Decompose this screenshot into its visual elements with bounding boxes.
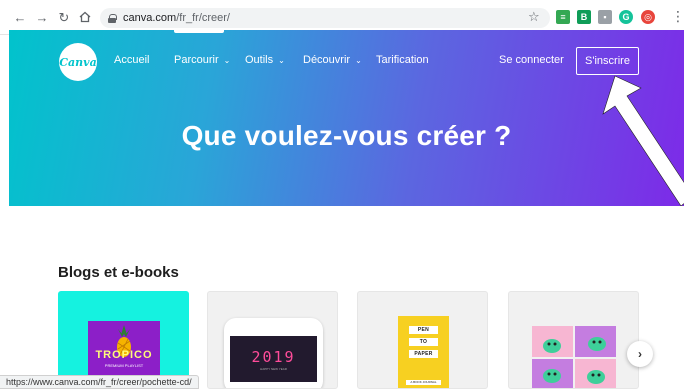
- monster-mini-card: [532, 359, 573, 388]
- back-icon[interactable]: ←: [12, 9, 28, 25]
- hero-headline: Que voulez-vous créer ?: [181, 120, 512, 151]
- chevron-down-icon: ⌄: [355, 55, 362, 65]
- card-subtitle: HAPPY NEW YEAR: [260, 367, 287, 371]
- nav-decouvrir[interactable]: Découvrir ⌄: [303, 54, 362, 66]
- home-icon[interactable]: [77, 9, 93, 25]
- bookmark-star-icon[interactable]: ☆: [528, 10, 540, 23]
- lock-icon: [108, 13, 117, 23]
- nav-label: Découvrir: [303, 54, 351, 66]
- reload-icon[interactable]: ↻: [56, 9, 72, 25]
- nav-accueil[interactable]: Accueil: [114, 54, 149, 66]
- canva-logo[interactable]: Canva: [59, 43, 97, 81]
- active-nav-indicator: [174, 30, 224, 33]
- address-bar[interactable]: canva.com/fr_fr/creer/: [100, 8, 550, 28]
- card-title: TROPICO: [95, 349, 153, 361]
- nav-label: Accueil: [114, 54, 150, 66]
- chat-extension-icon[interactable]: ▪: [598, 10, 612, 24]
- browser-menu-icon[interactable]: ⋮: [671, 9, 684, 23]
- url-host: canva.com: [123, 12, 177, 24]
- sheets-extension-icon[interactable]: ≡: [556, 10, 570, 24]
- tablet-mockup: 2019 HAPPY NEW YEAR: [224, 318, 323, 388]
- card-title: 2019: [251, 348, 296, 366]
- book-cover: PEN TO PAPER A BOOK JOURNAL: [398, 316, 449, 388]
- hero-banner: Canva Accueil Parcourir ⌄ Outils ⌄ Découvr…: [9, 30, 684, 206]
- monster-card-grid: [532, 326, 616, 388]
- card-subtitle: A BOOK JOURNAL: [406, 380, 441, 385]
- card-subtitle: PREMIUM PLAYLIST: [104, 363, 144, 368]
- template-card-pen-to-paper[interactable]: PEN TO PAPER A BOOK JOURNAL: [357, 291, 488, 389]
- template-card-2019[interactable]: 2019 HAPPY NEW YEAR: [207, 291, 338, 389]
- nav-label: Tarification: [376, 54, 429, 66]
- nav-label: Parcourir: [174, 54, 219, 66]
- forward-icon[interactable]: →: [34, 9, 50, 25]
- alert-extension-icon[interactable]: ◎: [641, 10, 655, 24]
- chevron-down-icon: ⌄: [223, 55, 231, 65]
- monster-mini-card: [575, 326, 616, 357]
- book-tag: TO: [409, 338, 438, 346]
- book-tag: PAPER: [409, 350, 438, 358]
- b-extension-icon[interactable]: B: [577, 10, 591, 24]
- nav-label: Outils: [245, 54, 274, 66]
- tablet-screen: 2019 HAPPY NEW YEAR: [230, 336, 317, 382]
- signup-button[interactable]: S'inscrire: [576, 47, 639, 75]
- section-title: Blogs et e-books: [58, 264, 179, 281]
- link-status-bar: https://www.canva.com/fr_fr/creer/pochet…: [0, 375, 199, 389]
- pointer-arrow-icon: [602, 75, 684, 206]
- monster-mini-card: [532, 326, 573, 357]
- grammarly-extension-icon[interactable]: G: [619, 10, 633, 24]
- nav-outils[interactable]: Outils ⌄: [245, 54, 285, 66]
- monster-mini-card: [575, 359, 616, 388]
- signin-link[interactable]: Se connecter: [499, 54, 564, 66]
- template-card-monsters[interactable]: [508, 291, 639, 389]
- book-tag: PEN: [409, 326, 438, 334]
- nav-parcourir[interactable]: Parcourir ⌄: [174, 54, 230, 66]
- chevron-down-icon: ⌄: [278, 55, 285, 65]
- url-path: /fr_fr/creer/: [176, 12, 230, 24]
- nav-tarification[interactable]: Tarification: [376, 54, 429, 66]
- logo-text: Canva: [59, 55, 97, 69]
- carousel-next-button[interactable]: ›: [627, 341, 653, 367]
